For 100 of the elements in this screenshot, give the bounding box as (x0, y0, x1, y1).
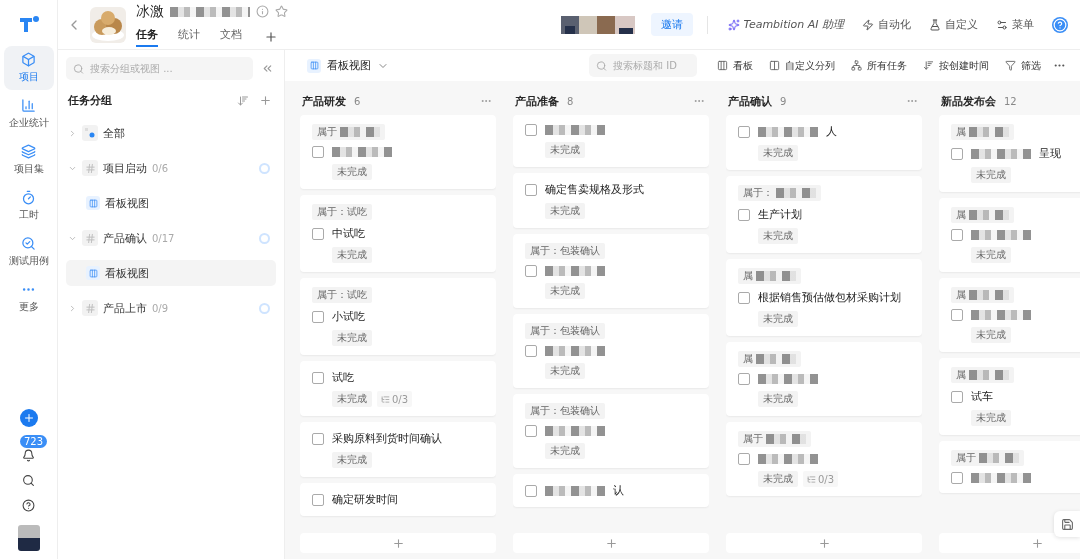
group-item[interactable]: 项目启动 0/6 (66, 155, 276, 181)
status-tag: 未完成 (971, 327, 1011, 343)
task-card[interactable]: 属于 (939, 441, 1080, 493)
task-checkbox[interactable] (525, 345, 537, 357)
task-title: 生产计划 (758, 207, 802, 222)
task-title: 中试吃 (332, 226, 365, 241)
nav-item[interactable]: 工时 (3, 184, 54, 228)
tab[interactable]: 任务 (136, 26, 158, 47)
caret-icon[interactable] (68, 128, 77, 138)
tab[interactable]: 统计 (178, 26, 200, 47)
task-checkbox[interactable] (951, 229, 963, 241)
toolbar-action[interactable]: 自定义分列 (763, 58, 841, 73)
task-card[interactable]: 属 未完成 (939, 278, 1080, 352)
invite-button[interactable]: 邀请 (650, 13, 693, 36)
task-checkbox[interactable] (525, 484, 537, 497)
header-action[interactable]: 自动化 (856, 17, 917, 32)
task-card[interactable]: 属于： 生产计划 未完成 (726, 176, 922, 253)
group-item[interactable]: 全部 (66, 120, 276, 146)
status-tag: 未完成 (758, 228, 798, 244)
task-card[interactable]: 属于：包装确认 未完成 (513, 394, 709, 468)
task-checkbox[interactable] (525, 183, 537, 196)
status-tag: 未完成 (758, 145, 798, 161)
task-checkbox[interactable] (525, 425, 537, 437)
task-search-field[interactable]: 搜索标题和 ID (589, 54, 697, 77)
toolbar-action[interactable]: 按创建时间 (917, 58, 995, 73)
task-checkbox[interactable] (738, 125, 750, 138)
info-icon[interactable] (256, 5, 269, 18)
board-icon (307, 58, 321, 73)
save-button[interactable] (1054, 511, 1080, 537)
help-button[interactable] (1052, 16, 1068, 33)
task-card[interactable]: 属 未完成 (939, 198, 1080, 272)
add-button[interactable] (19, 409, 38, 427)
view-item[interactable]: 看板视图 (66, 190, 276, 216)
toolbar-action[interactable]: 看板 (711, 58, 759, 73)
task-checkbox[interactable] (312, 432, 324, 445)
task-checkbox[interactable] (951, 309, 963, 321)
nav-item[interactable]: 企业统计 (3, 92, 54, 136)
search-icon (22, 474, 35, 487)
task-checkbox[interactable] (312, 371, 324, 384)
task-checkbox[interactable] (312, 493, 324, 506)
tab[interactable]: 文档 (220, 26, 242, 47)
view-item[interactable]: 看板视图 (66, 260, 276, 286)
task-checkbox[interactable] (951, 147, 963, 160)
filter-icon (1005, 60, 1016, 71)
header-action[interactable]: 菜单 (990, 17, 1040, 32)
plus-icon (391, 536, 405, 550)
star-icon[interactable] (275, 5, 288, 18)
status-tag: 未完成 (545, 443, 585, 459)
ai-assistant-button[interactable]: Teambition AI 助理 (721, 17, 850, 32)
task-checkbox[interactable] (312, 146, 324, 158)
user-avatar[interactable] (17, 525, 40, 551)
plus-icon (817, 536, 831, 550)
nav-item[interactable]: 测试用例 (3, 230, 54, 274)
task-card[interactable]: 属于：包装确认 未完成 (513, 314, 709, 388)
status-tag: 未完成 (758, 311, 798, 327)
column-title: 产品研发 (302, 93, 346, 109)
task-card[interactable]: 属 呈现 未完成 (939, 115, 1080, 192)
toolbar-action[interactable]: 筛选 (999, 58, 1047, 73)
task-card[interactable]: 属于：试吃 小试吃 未完成 (300, 278, 496, 355)
task-card[interactable]: 确定研发时间 (300, 483, 496, 516)
group-item[interactable]: 产品确认 0/17 (66, 225, 276, 251)
save-icon (1060, 517, 1074, 531)
task-card[interactable]: 认 (513, 474, 709, 507)
task-checkbox[interactable] (312, 227, 324, 240)
task-card[interactable]: 属于 未完成 (300, 115, 496, 189)
plus-icon (604, 536, 618, 550)
task-checkbox[interactable] (951, 472, 963, 484)
group-item[interactable]: 产品上市 0/9 (66, 295, 276, 321)
task-card[interactable]: 属于：试吃 中试吃 未完成 (300, 195, 496, 272)
progress-ring-icon (259, 162, 270, 174)
task-checkbox[interactable] (738, 208, 750, 221)
task-card[interactable]: 属 未完成 (726, 342, 922, 416)
task-card[interactable]: 试吃 未完成 0/3 (300, 361, 496, 416)
status-tag: 未完成 (332, 330, 372, 346)
task-checkbox[interactable] (951, 390, 963, 403)
task-card[interactable]: 属于：包装确认 未完成 (513, 234, 709, 308)
task-checkbox[interactable] (738, 373, 750, 385)
task-card[interactable]: 人 未完成 (726, 115, 922, 170)
caret-icon[interactable] (68, 303, 77, 313)
task-checkbox[interactable] (738, 291, 750, 304)
task-checkbox[interactable] (525, 265, 537, 277)
task-card[interactable]: 属于 未完成 0/3 (726, 422, 922, 496)
nav-item[interactable]: 更多 (3, 276, 54, 320)
header-action[interactable]: 自定义 (923, 17, 984, 32)
task-card[interactable]: 确定售卖规格及形式 未完成 (513, 173, 709, 228)
group-label: 产品确认 (103, 230, 147, 246)
parent-tag: 属 (738, 268, 801, 284)
task-checkbox[interactable] (312, 310, 324, 323)
view-selector[interactable]: 看板视图 (301, 57, 395, 74)
task-card[interactable]: 属 根据销售预估做包材采购计划 未完成 (726, 259, 922, 336)
task-card[interactable]: 未完成 (513, 115, 709, 167)
group-search-field[interactable]: 搜索分组或视图 ... (66, 57, 253, 80)
status-tag: 未完成 (545, 363, 585, 379)
nav-item[interactable]: 项目 (3, 46, 54, 90)
task-checkbox[interactable] (525, 124, 537, 136)
task-card[interactable]: 属 试车 未完成 (939, 358, 1080, 435)
toolbar-action[interactable]: 所有任务 (845, 58, 913, 73)
nav-item[interactable]: 项目集 (3, 138, 54, 182)
task-card[interactable]: 采购原料到货时间确认 未完成 (300, 422, 496, 477)
task-checkbox[interactable] (738, 453, 750, 465)
